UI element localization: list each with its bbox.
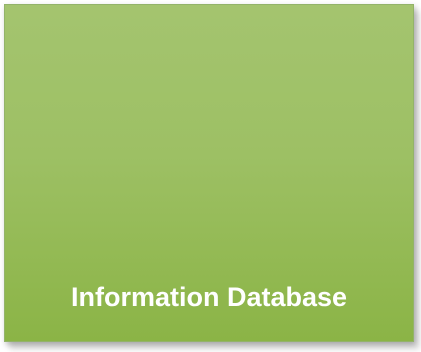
tile-label: Information Database — [70, 282, 348, 312]
information-database-tile[interactable]: Information Database — [4, 4, 414, 342]
